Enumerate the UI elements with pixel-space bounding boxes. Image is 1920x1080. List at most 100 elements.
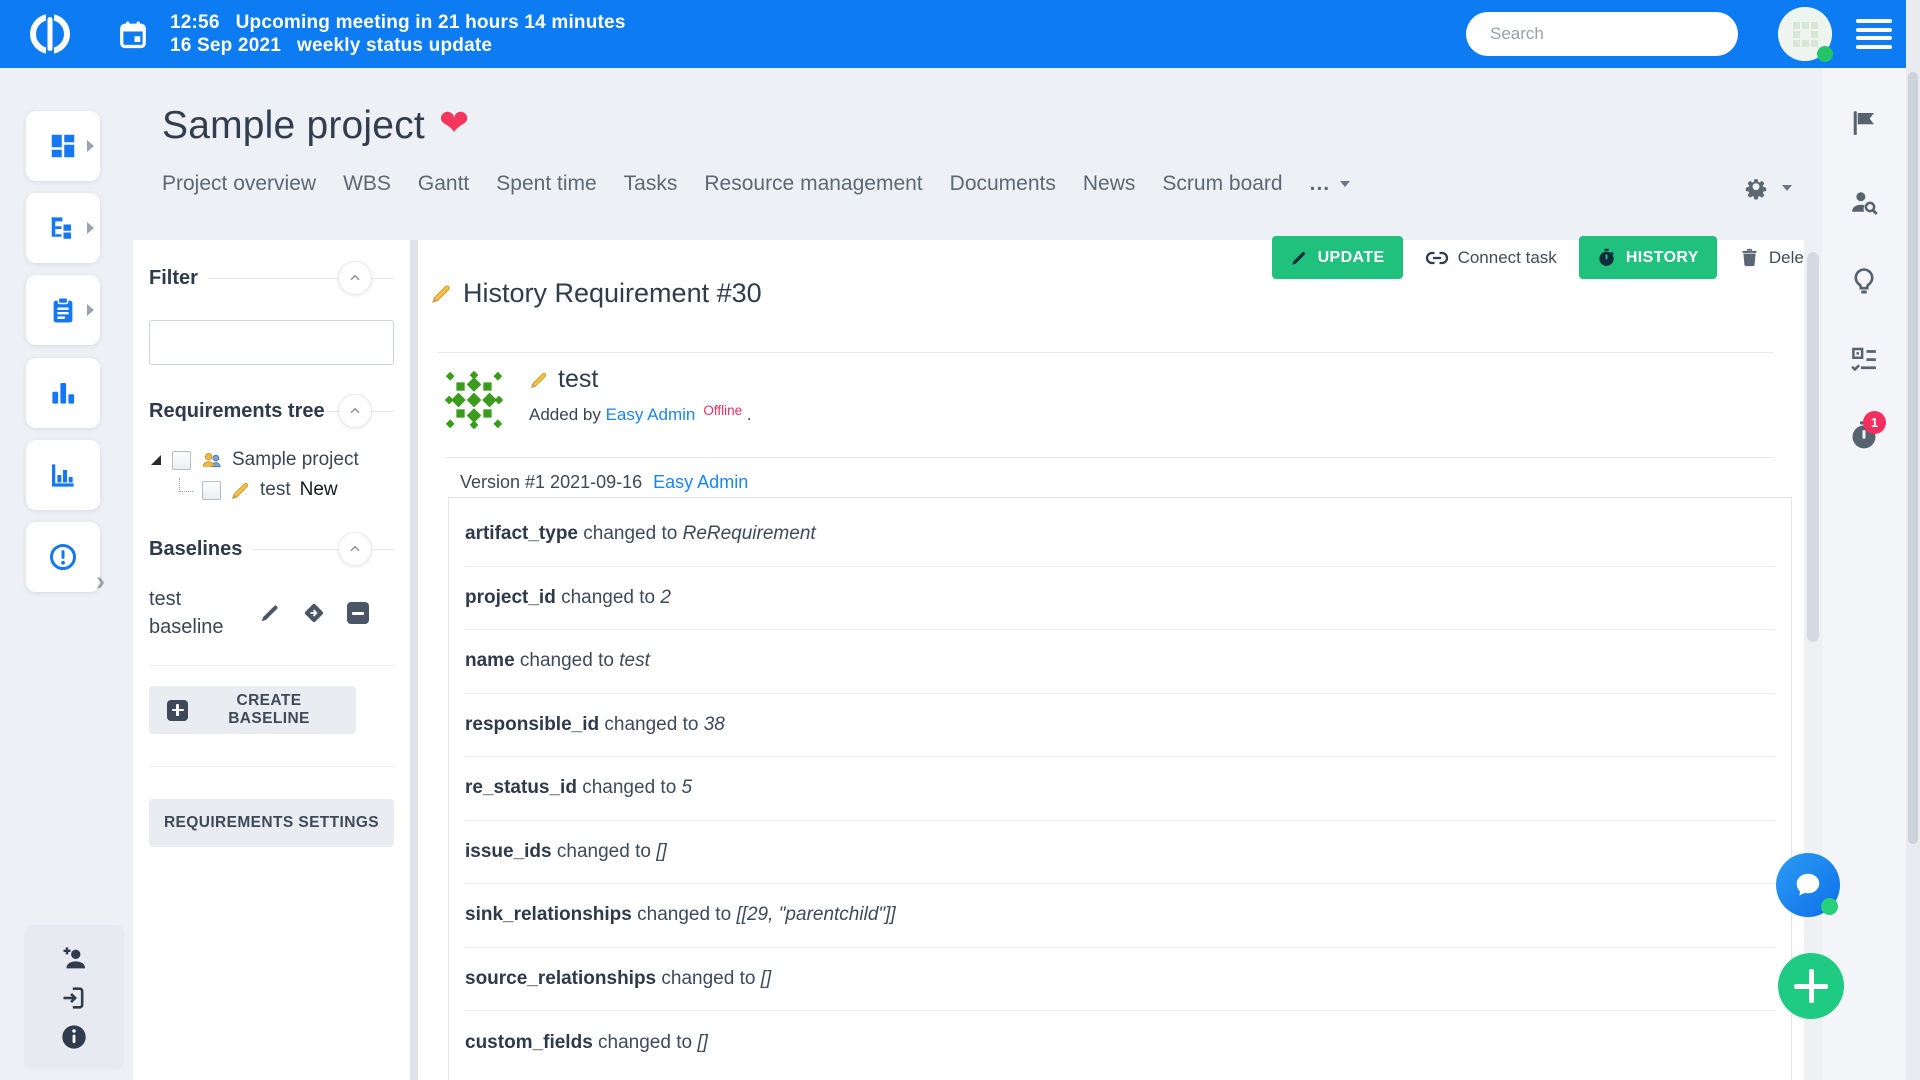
tree-expander-icon[interactable] <box>149 453 163 467</box>
tab-scrum-board[interactable]: Scrum board <box>1162 172 1282 196</box>
timer-badge: 1 <box>1863 411 1886 434</box>
meeting-subtitle-link[interactable]: weekly status update <box>297 34 492 57</box>
change-value: [] <box>760 967 772 989</box>
calendar-icon[interactable] <box>118 19 148 49</box>
project-tabs: Project overview WBS Gantt Spent time Ta… <box>162 172 1351 196</box>
tab-tasks[interactable]: Tasks <box>624 172 678 196</box>
change-value: 5 <box>681 777 693 799</box>
collapse-baselines-button[interactable] <box>338 532 372 566</box>
chat-fab[interactable] <box>1776 853 1840 917</box>
chevron-right-icon <box>87 222 94 234</box>
flag-icon[interactable] <box>1849 108 1879 138</box>
spent-time-button[interactable]: 1 <box>1849 411 1886 450</box>
main-scrollbar-thumb[interactable] <box>1807 252 1819 642</box>
connect-task-label: Connect task <box>1457 247 1557 267</box>
rail-dashboard-button[interactable] <box>26 111 100 181</box>
baselines-section-title: Baselines <box>149 537 243 560</box>
update-button[interactable]: UPDATE <box>1271 236 1403 279</box>
history-button[interactable]: HISTORY <box>1578 236 1717 279</box>
page-scrollbar-thumb[interactable] <box>1908 72 1918 844</box>
meeting-title-link[interactable]: Upcoming meeting in 21 hours 14 minutes <box>236 11 626 34</box>
project-settings-button[interactable] <box>1744 176 1792 200</box>
change-field: project_id <box>465 586 556 608</box>
filter-section-title: Filter <box>149 266 198 289</box>
user-avatar[interactable] <box>1778 7 1833 62</box>
chevron-right-icon <box>87 304 94 316</box>
tree-child-new-badge: New <box>299 479 338 500</box>
tab-spent-time[interactable]: Spent time <box>496 172 596 196</box>
expand-sidebar-chevron[interactable]: › <box>96 566 105 597</box>
history-label: HISTORY <box>1625 248 1699 266</box>
tab-resource-management[interactable]: Resource management <box>704 172 922 196</box>
tab-wbs[interactable]: WBS <box>343 172 391 196</box>
tree-root-checkbox[interactable] <box>172 450 191 470</box>
change-row: issue_ids changed to [] <box>465 821 1775 884</box>
baseline-diff-icon[interactable] <box>302 601 326 625</box>
info-icon[interactable] <box>60 1023 88 1051</box>
connect-task-button[interactable]: Connect task <box>1425 246 1557 270</box>
create-baseline-button[interactable]: CREATE BASELINE <box>149 686 356 734</box>
checklist-icon[interactable] <box>1849 344 1879 374</box>
tab-gantt[interactable]: Gantt <box>418 172 469 196</box>
chevron-up-icon <box>350 545 360 552</box>
alert-circle-icon <box>50 544 76 570</box>
change-field: re_status_id <box>465 777 577 799</box>
change-value: test <box>619 650 650 672</box>
page-scrollbar[interactable] <box>1906 0 1920 1080</box>
change-action: changed to <box>631 904 737 926</box>
update-label: UPDATE <box>1317 248 1385 266</box>
tree-child-checkbox[interactable] <box>202 480 221 500</box>
tab-news[interactable]: News <box>1083 172 1136 196</box>
change-value: [] <box>656 840 667 862</box>
tab-project-overview[interactable]: Project overview <box>162 172 316 196</box>
collapse-tree-button[interactable] <box>338 394 372 428</box>
clock-time: 12:56 <box>170 12 220 33</box>
requirements-sidebar: Filter Requirements tree Sample project … <box>133 240 410 1080</box>
rail-wbs-tree-button[interactable] <box>26 193 100 263</box>
add-user-icon[interactable] <box>60 945 88 973</box>
app-logo-icon[interactable] <box>26 10 74 58</box>
search-input[interactable] <box>1466 12 1738 56</box>
sign-in-icon[interactable] <box>60 984 88 1012</box>
requirement-title-text: History Requirement #30 <box>463 278 762 308</box>
change-value: ReRequirement <box>682 523 816 545</box>
version-label: Version #1 2021-09-16 <box>460 472 643 492</box>
panel-splitter-scrollbar[interactable] <box>410 240 418 1080</box>
dashboard-icon <box>51 134 75 158</box>
version-author-link[interactable]: Easy Admin <box>653 472 748 492</box>
change-row: artifact_type changed to ReRequirement <box>465 503 1775 567</box>
project-name: Sample project <box>162 104 425 147</box>
tab-documents[interactable]: Documents <box>950 172 1056 196</box>
rail-column-chart-button[interactable] <box>26 358 100 428</box>
entity-title-text: test <box>558 365 599 393</box>
menu-icon[interactable] <box>1856 15 1892 54</box>
clipboard-icon <box>53 297 73 323</box>
tree-section-title: Requirements tree <box>149 399 325 422</box>
edit-baseline-icon[interactable] <box>259 602 281 624</box>
add-fab[interactable] <box>1778 953 1844 1019</box>
user-search-icon[interactable] <box>1849 188 1879 218</box>
tree-root-label[interactable]: Sample project <box>232 449 359 471</box>
tree-child-label[interactable]: test <box>260 479 291 501</box>
change-field: custom_fields <box>465 1031 593 1053</box>
version-changes: artifact_type changed to ReRequirement p… <box>448 497 1792 1080</box>
rail-reports-button[interactable] <box>26 440 100 510</box>
added-by-line: Added by Easy Admin Offline . <box>529 403 752 425</box>
rail-requirements-button[interactable] <box>26 275 100 345</box>
rail-alerts-button[interactable] <box>26 522 100 592</box>
remove-baseline-button[interactable] <box>347 602 369 624</box>
left-rail: › <box>0 68 133 1080</box>
requirements-settings-button[interactable]: REQUIREMENTS SETTINGS <box>149 799 394 847</box>
requirement-title: History Requirement #30 <box>430 278 762 309</box>
filter-input[interactable] <box>149 320 394 365</box>
topbar: 12:56 Upcoming meeting in 21 hours 14 mi… <box>0 0 1920 68</box>
change-field: responsible_id <box>465 713 600 735</box>
pencil-icon <box>530 372 547 388</box>
change-action: changed to <box>551 840 657 862</box>
change-row: name changed to test <box>465 630 1775 694</box>
collapse-filter-button[interactable] <box>338 261 372 295</box>
tab-more[interactable]: ... <box>1310 172 1351 196</box>
author-link[interactable]: Easy Admin <box>606 405 696 424</box>
lightbulb-icon[interactable] <box>1849 266 1879 296</box>
pencil-icon <box>231 482 249 499</box>
